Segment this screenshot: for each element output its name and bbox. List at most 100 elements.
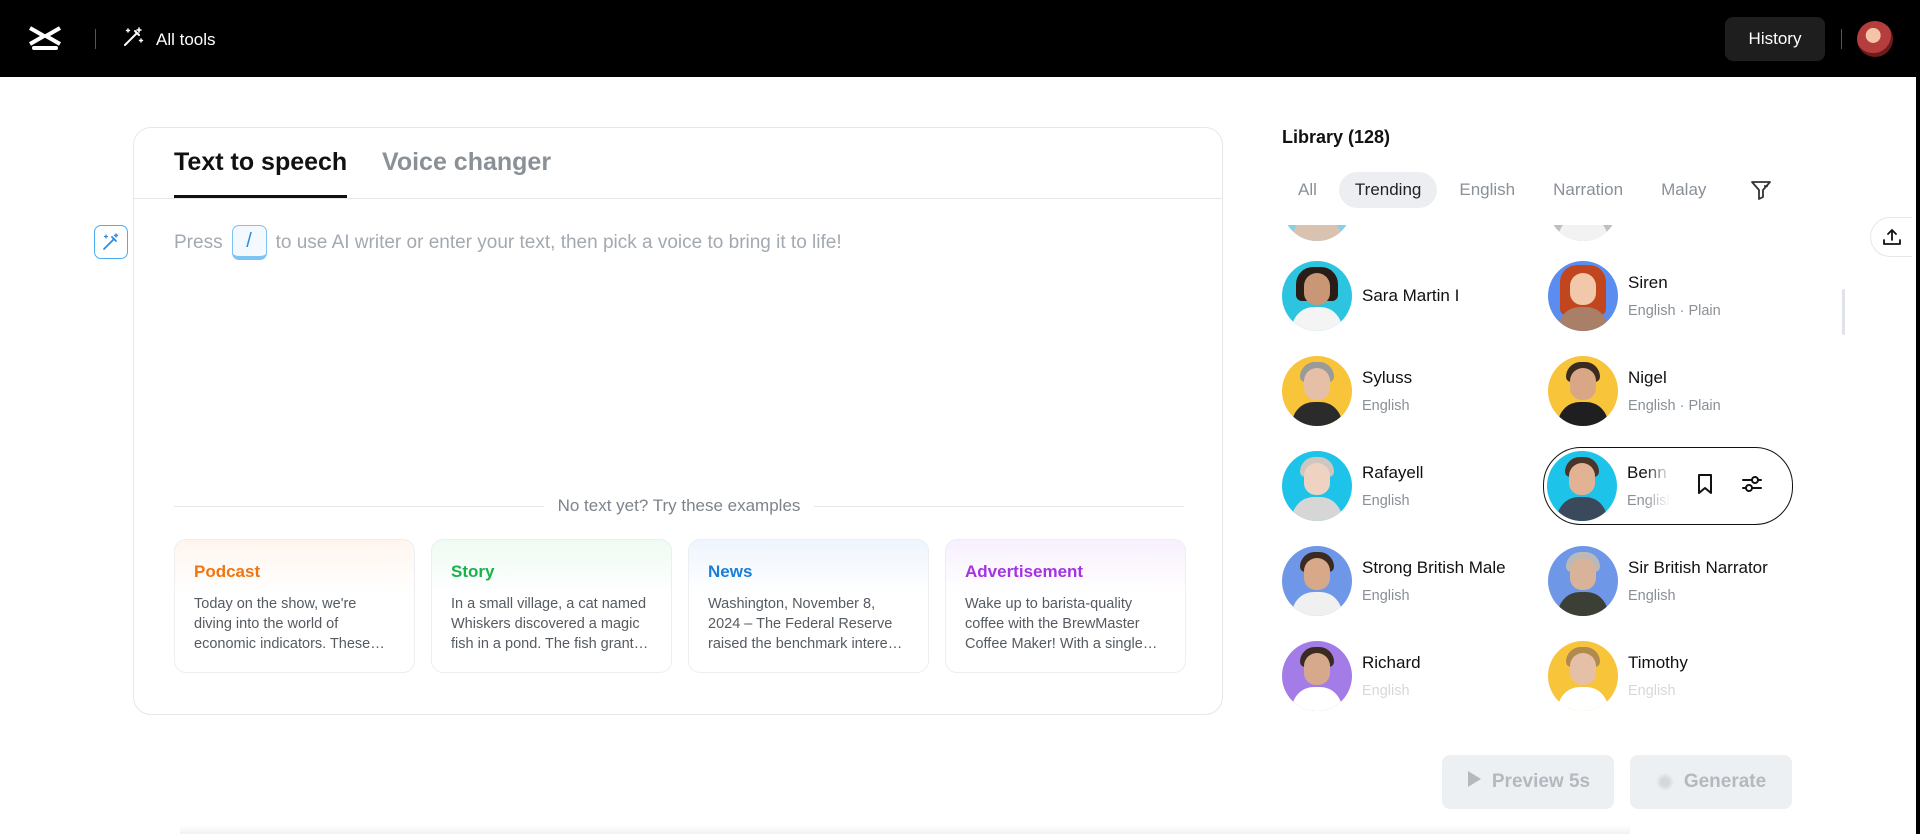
voice-meta: English <box>1362 588 1410 604</box>
voice-avatar <box>1282 451 1352 521</box>
voice-meta: English <box>1628 588 1676 604</box>
text-editor-panel: Text to speech Voice changer Press / to … <box>133 127 1223 715</box>
example-title: Story <box>451 562 495 581</box>
voice-library: Library (128) All Trending English Narra… <box>1282 77 1842 834</box>
voice-avatar <box>1548 641 1618 711</box>
loading-icon <box>1655 773 1674 791</box>
filter-chip-english[interactable]: English <box>1443 172 1531 208</box>
voice-item[interactable]: Syluss English <box>1282 354 1532 428</box>
all-tools-label: All tools <box>156 29 216 49</box>
example-card-advertisement[interactable]: Advertisement Wake up to barista-quality… <box>945 539 1186 673</box>
example-card-story[interactable]: Story In a small village, a cat named Wh… <box>431 539 672 673</box>
editor-tabs: Text to speech Voice changer <box>134 128 1222 199</box>
voice-avatar <box>1548 225 1618 241</box>
library-title: Library (128) <box>1282 127 1391 147</box>
voice-meta: English <box>1362 398 1410 414</box>
voice-name: Rafayell <box>1362 463 1424 482</box>
voice-meta: English · Plain <box>1628 303 1721 319</box>
placeholder-suffix: to use AI writer or enter your text, the… <box>275 231 842 253</box>
example-cards: Podcast Today on the show, we're diving … <box>174 539 1186 673</box>
user-avatar[interactable] <box>1857 21 1893 57</box>
voice-avatar <box>1282 225 1352 241</box>
preview-button[interactable]: Preview 5s <box>1442 755 1614 809</box>
voice-name: Nigel <box>1628 368 1667 387</box>
example-card-news[interactable]: News Washington, November 8, 2024 – The … <box>688 539 929 673</box>
voice-avatar <box>1282 641 1352 711</box>
example-text: Washington, November 8, 2024 – The Feder… <box>708 596 900 652</box>
voice-settings-icon[interactable] <box>1740 472 1764 501</box>
magic-wand-icon <box>122 26 144 53</box>
main-area: Text to speech Voice changer Press / to … <box>0 77 1916 834</box>
voice-name: Syluss <box>1362 368 1413 387</box>
upload-side-tab[interactable] <box>1870 217 1912 257</box>
history-button[interactable]: History <box>1725 17 1825 61</box>
top-bar: All tools History <box>0 0 1916 77</box>
tab-text-to-speech[interactable]: Text to speech <box>174 148 348 198</box>
voice-avatar <box>1548 261 1618 331</box>
voice-name: Benn <box>1627 463 1667 482</box>
voice-name: Timothy <box>1628 653 1688 672</box>
voice-meta: English <box>1627 493 1671 509</box>
bottom-panel-edge <box>180 825 1630 834</box>
voice-name: Strong British Male <box>1362 558 1506 577</box>
all-tools-button[interactable]: All tools <box>122 26 216 53</box>
voice-item[interactable]: Richard English <box>1282 639 1532 713</box>
generate-label: Generate <box>1683 771 1767 792</box>
play-icon <box>1466 770 1482 794</box>
ai-wand-icon <box>103 233 119 250</box>
capcut-logo-icon[interactable] <box>28 24 62 54</box>
example-title: Advertisement <box>965 562 1084 581</box>
preview-label: Preview 5s <box>1491 771 1591 792</box>
example-text: Today on the show, we're diving into the… <box>194 596 371 652</box>
voice-name: Sir British Narrator <box>1628 558 1768 577</box>
example-text: Wake up to barista-quality coffee with t… <box>965 596 1143 652</box>
voice-item[interactable]: Sara Martin I <box>1282 259 1532 333</box>
placeholder-prefix: Press <box>174 231 223 253</box>
example-title: Podcast <box>194 562 261 581</box>
filter-chip-all[interactable]: All <box>1282 172 1333 208</box>
voice-item-partial[interactable] <box>1548 225 1798 243</box>
voice-item[interactable]: Strong British Male English <box>1282 544 1532 618</box>
voice-name: Richard <box>1362 653 1421 672</box>
voice-avatar <box>1547 451 1617 521</box>
examples-separator: No text yet? Try these examples <box>174 496 1184 516</box>
upload-icon <box>1882 229 1901 245</box>
filter-chip-narration[interactable]: Narration <box>1537 172 1639 208</box>
bookmark-icon[interactable] <box>1694 472 1716 501</box>
voice-item[interactable]: Siren English · Plain <box>1548 259 1798 333</box>
voice-item[interactable]: Rafayell English <box>1282 449 1532 523</box>
voice-list-scrollbar[interactable] <box>1842 289 1845 335</box>
voice-item[interactable]: Timothy English <box>1548 639 1798 713</box>
voice-item[interactable]: Nigel English · Plain <box>1548 354 1798 428</box>
voice-avatar <box>1282 546 1352 616</box>
filter-chip-trending[interactable]: Trending <box>1338 172 1438 208</box>
examples-heading: No text yet? Try these examples <box>557 496 801 515</box>
voice-meta: English <box>1362 683 1410 699</box>
header-divider-right <box>1841 29 1842 49</box>
voice-item-selected[interactable]: Benn English <box>1543 447 1793 525</box>
voice-meta: English <box>1628 683 1676 699</box>
voice-avatar <box>1282 261 1352 331</box>
text-input-area[interactable]: Press / to use AI writer or enter your t… <box>174 225 842 260</box>
example-title: News <box>708 562 753 581</box>
generate-button[interactable]: Generate <box>1630 755 1792 809</box>
voice-name: Siren <box>1628 273 1668 292</box>
header-divider <box>95 29 96 49</box>
separator-line <box>814 505 1184 507</box>
example-card-podcast[interactable]: Podcast Today on the show, we're diving … <box>174 539 415 673</box>
voice-item-partial[interactable] <box>1282 225 1532 243</box>
separator-line <box>174 505 544 507</box>
voice-list: Sara Martin I Siren English · Plain Sylu… <box>1282 225 1842 715</box>
voice-actions <box>1694 472 1764 501</box>
library-filter-chips: All Trending English Narration Malay <box>1282 172 1772 208</box>
voice-avatar <box>1282 356 1352 426</box>
filter-chip-malay[interactable]: Malay <box>1645 172 1722 208</box>
voice-item[interactable]: Sir British Narrator English <box>1548 544 1798 618</box>
voice-meta: English <box>1362 493 1410 509</box>
filter-icon[interactable] <box>1749 178 1773 202</box>
voice-avatar <box>1548 356 1618 426</box>
slash-key-hint: / <box>231 225 267 260</box>
ai-writer-button[interactable] <box>94 225 128 259</box>
tab-voice-changer[interactable]: Voice changer <box>382 148 551 177</box>
voice-name: Sara Martin I <box>1362 286 1460 305</box>
